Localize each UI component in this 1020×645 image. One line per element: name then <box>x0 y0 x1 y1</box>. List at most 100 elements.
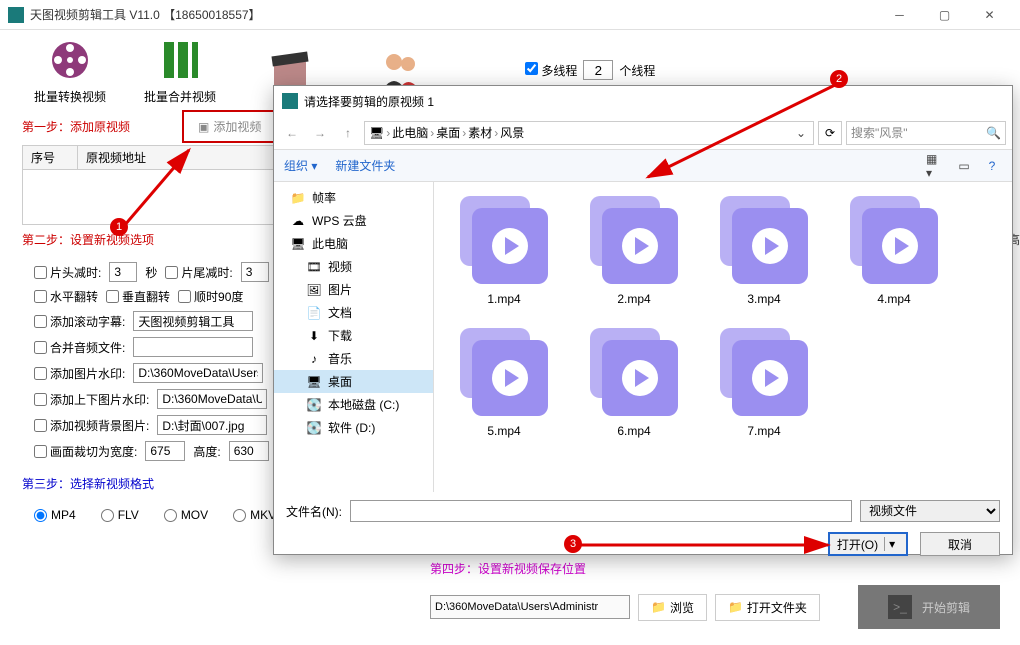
open-button[interactable]: 打开(O)▾ <box>828 532 908 556</box>
col-index: 序号 <box>23 146 78 169</box>
sidebar-item[interactable]: ♪音乐 <box>274 347 433 370</box>
head-trim-input[interactable] <box>109 262 137 282</box>
open-folder-button[interactable]: 📁打开文件夹 <box>715 594 820 621</box>
annotation-arrow-1 <box>124 146 254 231</box>
format-mov[interactable]: MOV <box>164 508 208 522</box>
minimize-button[interactable]: ─ <box>877 0 922 30</box>
merge-audio-input[interactable] <box>133 337 253 357</box>
merge-audio-checkbox[interactable]: 合并音频文件: <box>34 339 125 356</box>
folder-tree[interactable]: 📁帧率☁WPS 云盘🖥此电脑🎞视频🖼图片📄文档⬇下载♪音乐🖥桌面💽本地磁盘 (C… <box>274 182 434 492</box>
thread-count-input[interactable] <box>583 60 613 80</box>
video-thumbnail-icon <box>716 192 812 288</box>
file-item[interactable]: 3.mp4 <box>714 192 814 306</box>
scroll-sub-checkbox[interactable]: 添加滚动字幕: <box>34 313 125 330</box>
music-icon: ♪ <box>306 351 322 367</box>
tool-label: 批量合并视频 <box>144 88 216 105</box>
vflip-checkbox[interactable]: 垂直翻转 <box>106 288 170 305</box>
annotation-arrow-2 <box>640 85 840 185</box>
hflip-checkbox[interactable]: 水平翻转 <box>34 288 98 305</box>
app-icon <box>282 93 298 109</box>
help-button[interactable]: ? <box>982 156 1002 176</box>
view-button[interactable]: ▦ ▾ <box>926 156 946 176</box>
video-thumbnail-icon <box>846 192 942 288</box>
img-wm-checkbox[interactable]: 添加图片水印: <box>34 365 125 382</box>
video-icon: ▣ <box>198 120 209 134</box>
crop-w-input[interactable] <box>145 441 185 461</box>
cancel-button[interactable]: 取消 <box>920 532 1000 556</box>
back-button[interactable]: ← <box>280 121 304 145</box>
pc-icon: 🖥 <box>290 236 306 252</box>
multithread-checkbox[interactable]: 多线程 <box>525 62 577 79</box>
format-flv[interactable]: FLV <box>101 508 139 522</box>
step1-label: 第一步：添加原视频 <box>0 114 152 139</box>
tail-trim-checkbox[interactable]: 片尾减时: <box>165 264 232 281</box>
add-video-button[interactable]: ▣ 添加视频 <box>182 110 277 143</box>
film-reel-icon <box>46 36 94 84</box>
preview-button[interactable]: ▭ <box>954 156 974 176</box>
file-name: 5.mp4 <box>487 424 520 438</box>
video-thumbnail-icon <box>586 192 682 288</box>
video-icon: 🎞 <box>306 259 322 275</box>
dialog-title: 请选择要剪辑的原视频 1 <box>304 93 434 110</box>
crop-checkbox[interactable]: 画面裁切为宽度: <box>34 443 137 460</box>
up-button[interactable]: ↑ <box>336 121 360 145</box>
filename-label: 文件名(N): <box>286 503 342 520</box>
file-name: 2.mp4 <box>617 292 650 306</box>
sidebar-item[interactable]: 🎞视频 <box>274 255 433 278</box>
console-icon: >_ <box>888 595 912 619</box>
file-item[interactable]: 2.mp4 <box>584 192 684 306</box>
file-item[interactable]: 1.mp4 <box>454 192 554 306</box>
search-input[interactable]: 搜索"风景" 🔍 <box>846 121 1006 145</box>
file-item[interactable]: 6.mp4 <box>584 324 684 438</box>
sidebar-item[interactable]: 🖥桌面 <box>274 370 433 393</box>
img-wm-input[interactable] <box>133 363 263 383</box>
close-button[interactable]: ✕ <box>967 0 1012 30</box>
file-item[interactable]: 7.mp4 <box>714 324 814 438</box>
rotate90-checkbox[interactable]: 顺时90度 <box>178 288 243 305</box>
filetype-select[interactable]: 视频文件 <box>860 500 1000 522</box>
file-name: 1.mp4 <box>487 292 520 306</box>
new-folder-button[interactable]: 新建文件夹 <box>335 157 395 174</box>
tail-trim-input[interactable] <box>241 262 269 282</box>
annotation-badge-1: 1 <box>110 218 128 236</box>
sidebar-item[interactable]: ⬇下载 <box>274 324 433 347</box>
browse-button[interactable]: 📁浏览 <box>638 594 707 621</box>
format-mkv[interactable]: MKV <box>233 508 276 522</box>
sidebar-item[interactable]: 🖥此电脑 <box>274 232 433 255</box>
disk-icon: 💽 <box>306 420 322 436</box>
start-button[interactable]: >_ 开始剪辑 <box>858 585 1000 629</box>
main-titlebar: 天图视频剪辑工具 V11.0 【18650018557】 ─ ▢ ✕ <box>0 0 1020 30</box>
filename-input[interactable] <box>350 500 852 522</box>
sidebar-item[interactable]: ☁WPS 云盘 <box>274 209 433 232</box>
image-icon: 🖼 <box>306 282 322 298</box>
head-trim-checkbox[interactable]: 片头减时: <box>34 264 101 281</box>
bg-img-checkbox[interactable]: 添加视频背景图片: <box>34 417 149 434</box>
sidebar-item[interactable]: 🖼图片 <box>274 278 433 301</box>
sidebar-item[interactable]: 💽本地磁盘 (C:) <box>274 393 433 416</box>
tool-batch-merge[interactable]: 批量合并视频 <box>135 36 225 105</box>
sidebar-item[interactable]: 📁帧率 <box>274 186 433 209</box>
app-icon <box>8 7 24 23</box>
save-path-input[interactable] <box>430 595 630 619</box>
sidebar-item[interactable]: 📄文档 <box>274 301 433 324</box>
file-item[interactable]: 5.mp4 <box>454 324 554 438</box>
bg-img-input[interactable] <box>157 415 267 435</box>
tb-wm-input[interactable] <box>157 389 267 409</box>
maximize-button[interactable]: ▢ <box>922 0 967 30</box>
format-mp4[interactable]: MP4 <box>34 508 76 522</box>
file-name: 6.mp4 <box>617 424 650 438</box>
window-title: 天图视频剪辑工具 V11.0 【18650018557】 <box>30 6 877 23</box>
doc-icon: 📄 <box>306 305 322 321</box>
crop-h-input[interactable] <box>229 441 269 461</box>
tb-wm-checkbox[interactable]: 添加上下图片水印: <box>34 391 149 408</box>
forward-button[interactable]: → <box>308 121 332 145</box>
scroll-sub-input[interactable] <box>133 311 253 331</box>
file-item[interactable]: 4.mp4 <box>844 192 944 306</box>
sidebar-item[interactable]: 💽软件 (D:) <box>274 416 433 439</box>
tool-batch-convert[interactable]: 批量转换视频 <box>25 36 115 105</box>
organize-button[interactable]: 组织 ▾ <box>284 157 317 174</box>
file-list[interactable]: 1.mp4 2.mp4 3.mp4 4.mp4 5.mp4 6.mp4 7.mp… <box>434 182 1012 492</box>
pc-icon: 🖥 <box>369 126 384 140</box>
desktop-icon: 🖥 <box>306 374 322 390</box>
chevron-down-icon[interactable]: ▾ <box>884 537 899 551</box>
